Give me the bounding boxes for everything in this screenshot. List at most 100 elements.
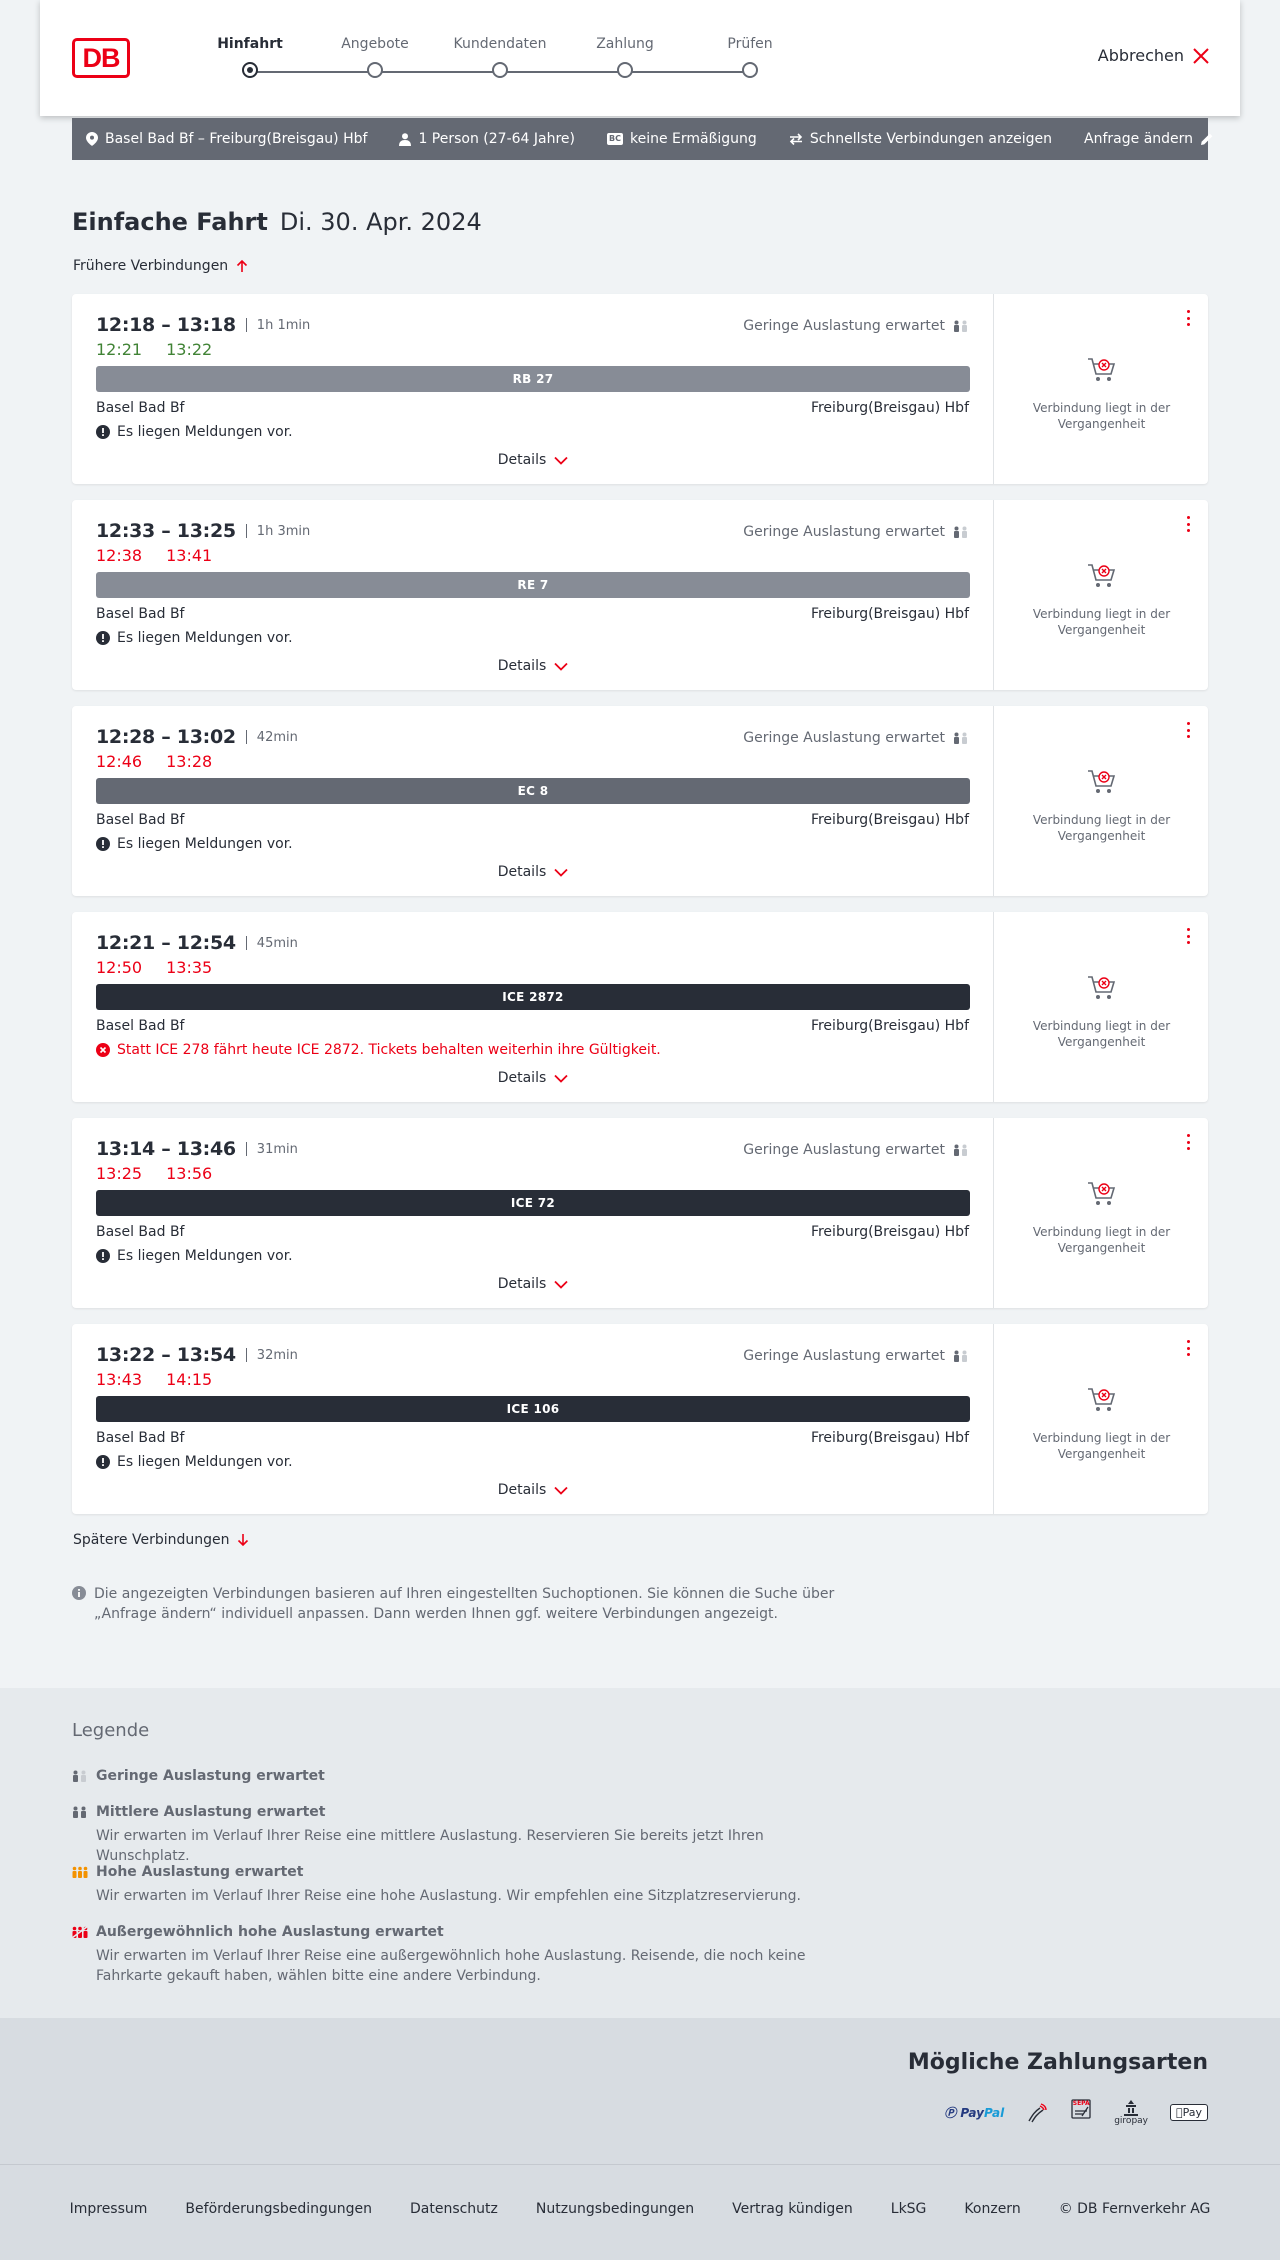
person-icon [399, 132, 412, 146]
details-label: Details [497, 864, 547, 880]
train-bar[interactable]: RE 7 [96, 572, 970, 598]
past-connection-notice: Verbindung liegt in der Vergangenheit [1032, 1225, 1171, 1255]
load-medium-icon [73, 1806, 86, 1818]
cart-unavailable-icon [1088, 1182, 1116, 1205]
occupancy-info[interactable]: Geringe Auslastung erwartet [743, 730, 969, 746]
footer-link-vertrag-kuendigen[interactable]: Vertrag kündigen [732, 2201, 853, 2217]
departure-station: Basel Bad Bf [96, 400, 185, 416]
cancel-button[interactable]: Abbrechen [1098, 46, 1210, 65]
train-bar[interactable]: ICE 106 [96, 1396, 970, 1422]
pencil-icon [1201, 133, 1213, 145]
divider [245, 1348, 247, 1362]
train-bar[interactable]: ICE 72 [96, 1190, 970, 1216]
train-bar[interactable]: RB 27 [96, 366, 970, 392]
route-text: Basel Bad Bf – Freiburg(Breisgau) Hbf [105, 131, 368, 147]
later-connections-link[interactable]: Spätere Verbindungen [73, 1532, 249, 1548]
realtime-arrival: 14:15 [166, 1370, 213, 1389]
duration: 45min [256, 935, 298, 951]
details-toggle[interactable]: Details [72, 658, 994, 674]
train-bar[interactable]: ICE 2872 [96, 984, 970, 1010]
details-toggle[interactable]: Details [72, 1070, 994, 1086]
page-title: Einfache Fahrt Di. 30. Apr. 2024 [72, 208, 482, 236]
divider [245, 1142, 247, 1156]
fastest-connections-option[interactable]: Schnellste Verbindungen anzeigen [789, 131, 1052, 147]
occupancy-info[interactable]: Geringe Auslastung erwartet [743, 1348, 969, 1364]
details-toggle[interactable]: Details [72, 1276, 994, 1292]
more-options-icon[interactable] [1184, 926, 1192, 946]
occupancy-text: Geringe Auslastung erwartet [743, 524, 945, 540]
chevron-down-icon [554, 662, 568, 671]
footer-link-lksg[interactable]: LkSG [891, 2201, 927, 2217]
step-pruefen: Prüfen [680, 34, 820, 78]
connection-info: 12:33 – 13:25 1h 3min 12:38 13:41 Gering… [72, 500, 994, 690]
occupancy-info[interactable]: Geringe Auslastung erwartet [743, 1142, 969, 1158]
more-options-icon[interactable] [1184, 720, 1192, 740]
footer-link-datenschutz[interactable]: Datenschutz [410, 2201, 498, 2217]
earlier-connections-link[interactable]: Frühere Verbindungen [73, 258, 248, 274]
legend-label: Hohe Auslastung erwartet [96, 1864, 304, 1880]
occupancy-info[interactable]: Geringe Auslastung erwartet [743, 318, 969, 334]
cancel-label: Abbrechen [1097, 46, 1184, 65]
connection-message: Statt ICE 278 fährt heute ICE 2872. Tick… [96, 1042, 661, 1058]
info-alert-icon [96, 837, 110, 851]
load-low-icon [73, 1770, 86, 1782]
realtime-times: 12:46 13:28 [96, 752, 212, 771]
realtime-arrival: 13:35 [166, 958, 213, 977]
connection-info: 12:18 – 13:18 1h 1min 12:21 13:22 Gering… [72, 294, 994, 484]
apple-pay-icon: Pay [1170, 2104, 1208, 2121]
footer-link-impressum[interactable]: Impressum [70, 2201, 148, 2217]
step-kundendaten: Kundendaten [430, 34, 570, 78]
duration: 42min [256, 729, 298, 745]
planned-times: 12:21 – 12:54 [96, 932, 236, 954]
offer-panel: Verbindung liegt in der Vergangenheit [995, 294, 1208, 484]
details-toggle[interactable]: Details [72, 452, 994, 468]
departure-station: Basel Bad Bf [96, 1018, 185, 1034]
legend-label: Mittlere Auslastung erwartet [96, 1804, 326, 1820]
occupancy-info[interactable]: Geringe Auslastung erwartet [743, 524, 969, 540]
paypal-text-a: Pay [960, 2106, 984, 2120]
legend-description: Wir erwarten im Verlauf Ihrer Reise eine… [96, 1948, 806, 1984]
header: DB Hinfahrt Angebote Kundendaten Zahlung… [40, 0, 1240, 116]
load-low-icon [954, 1144, 967, 1156]
step-label: Angebote [341, 36, 409, 52]
realtime-departure: 12:50 [96, 958, 143, 977]
footer-link-nutzungsbedingungen[interactable]: Nutzungsbedingungen [536, 2201, 694, 2217]
connection-info: 13:14 – 13:46 31min 13:25 13:56 Geringe … [72, 1118, 994, 1308]
message-text: Es liegen Meldungen vor. [117, 1248, 293, 1264]
info-icon [72, 1586, 86, 1600]
more-options-icon[interactable] [1184, 514, 1192, 534]
sepa-text: SEPA [1072, 2100, 1090, 2107]
past-connection-notice: Verbindung liegt in der Vergangenheit [1032, 813, 1171, 843]
cart-unavailable-icon [1088, 358, 1116, 381]
footer-link-konzern[interactable]: Konzern [964, 2201, 1020, 2217]
divider [245, 936, 247, 950]
more-options-icon[interactable] [1184, 1132, 1192, 1152]
connection-times: 12:21 – 12:54 45min [96, 932, 298, 954]
details-toggle[interactable]: Details [72, 864, 994, 880]
footer-link-befoerderungsbedingungen[interactable]: Beförderungsbedingungen [185, 2201, 372, 2217]
db-logo[interactable]: DB [72, 38, 130, 78]
offer-panel: Verbindung liegt in der Vergangenheit [995, 706, 1208, 896]
cancel-circle-icon [96, 1043, 110, 1057]
sepa-icon: SEPA [1070, 2098, 1092, 2127]
paypal-text-b: Pal [983, 2106, 1005, 2120]
more-options-icon[interactable] [1184, 308, 1192, 328]
departure-station: Basel Bad Bf [96, 812, 185, 828]
chevron-down-icon [554, 1280, 568, 1289]
arrow-down-icon [238, 1534, 249, 1547]
message-text: Es liegen Meldungen vor. [117, 630, 293, 646]
details-label: Details [497, 1482, 547, 1498]
planned-times: 12:28 – 13:02 [96, 726, 236, 748]
chevron-down-icon [554, 1486, 568, 1495]
details-toggle[interactable]: Details [72, 1482, 994, 1498]
offer-panel: Verbindung liegt in der Vergangenheit [995, 1118, 1208, 1308]
legend-description: Wir erwarten im Verlauf Ihrer Reise eine… [96, 1828, 764, 1864]
train-bar[interactable]: EC 8 [96, 778, 970, 804]
more-options-icon[interactable] [1184, 1338, 1192, 1358]
travellers-text: 1 Person (27-64 Jahre) [418, 131, 575, 147]
connection-info: 13:22 – 13:54 32min 13:43 14:15 Geringe … [72, 1324, 994, 1514]
change-request-button[interactable]: Anfrage ändern [1084, 131, 1214, 147]
info-alert-icon [96, 631, 110, 645]
step-dot [242, 62, 258, 78]
connection-message: Es liegen Meldungen vor. [96, 424, 293, 440]
